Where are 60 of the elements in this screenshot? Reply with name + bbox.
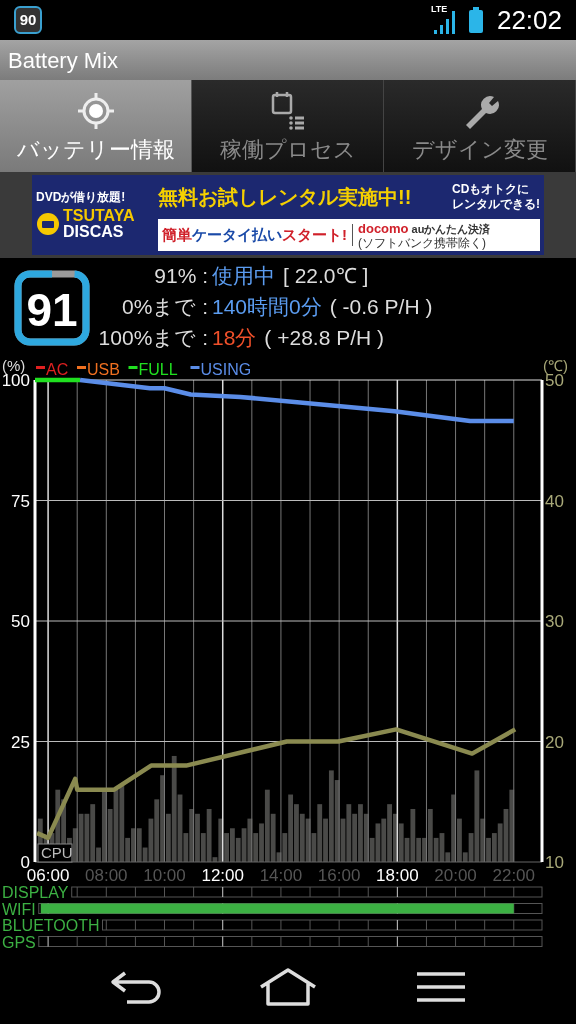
legend-item: FULL [128, 361, 178, 378]
ad-tagline: DVDが借り放題! [36, 190, 127, 205]
axis-label: 18:00 [376, 866, 419, 885]
ad-note: CDもオトクに [452, 182, 531, 197]
legend-item: USB [77, 361, 120, 378]
axis-label: 10 [545, 853, 564, 872]
axis-label: 16:00 [317, 866, 361, 885]
legend-label: USING [200, 361, 252, 378]
legend-item: USING [190, 361, 252, 378]
axis-label: 08:00 [85, 866, 128, 885]
logo-text: DISCAS [63, 224, 125, 240]
axis-label: 30 [545, 612, 564, 631]
activity-label: GPS [2, 933, 36, 950]
tab[interactable]: バッテリー情報 [0, 80, 192, 172]
info-label: 100%まで : [98, 325, 208, 351]
axis-label: 40 [545, 491, 564, 511]
activity-label: BLUETOOTH [2, 917, 100, 934]
activity-label: DISPLAY [2, 884, 69, 901]
logo-text: TSUTAYA [63, 208, 135, 224]
ad-note: レンタルできる! [452, 197, 540, 212]
tab[interactable]: 稼働プロセス [192, 80, 384, 172]
clock-time: 22:02 [496, 3, 562, 37]
legend-item: AC [36, 361, 69, 378]
axis-label: 75 [11, 491, 30, 511]
app-title: Battery Mix [8, 46, 119, 75]
target-icon [75, 91, 116, 131]
battery-level-icon: 91 [14, 270, 90, 346]
notification-badge: 90 [14, 6, 42, 34]
legend-label: USB [87, 361, 120, 378]
back-icon[interactable] [108, 969, 161, 1005]
carrier-name: auかんたん決済 [411, 223, 491, 235]
axis-label: 10:00 [143, 866, 186, 885]
info-value: 140時間0分 [212, 294, 322, 320]
ad-headline: 無料お試しレンタル実施中!! [158, 185, 412, 210]
axis-label: 20 [545, 732, 564, 752]
axis-label: 22:00 [492, 866, 536, 885]
menu-icon[interactable] [415, 971, 468, 1003]
carrier-name: docomo [358, 221, 409, 235]
legend-label: AC [46, 361, 69, 378]
activity-label: WIFI [2, 900, 36, 918]
axis-label: 14:00 [259, 866, 303, 885]
info-value: 18分 [212, 325, 257, 351]
axis-unit: (℃) [543, 357, 568, 374]
info-label: 0%まで : [120, 294, 208, 320]
axis-label: 50 [11, 612, 30, 631]
legend-label: FULL [138, 361, 178, 378]
carrier-note: (ソフトバンク携帯除く) [358, 236, 487, 249]
axis-label: 12:00 [201, 866, 244, 885]
axis-label: 25 [11, 732, 30, 752]
cpu-label: CPU [37, 843, 73, 863]
axis-label: 20:00 [434, 866, 477, 885]
info-detail: [ 22.0℃ ] [283, 263, 369, 289]
home-icon[interactable] [258, 967, 318, 1007]
tab[interactable]: デザイン変更 [384, 80, 576, 172]
info-detail: ( +28.8 P/H ) [264, 325, 384, 351]
info-detail: ( -0.6 P/H ) [329, 294, 433, 320]
offer-text: 簡単ケータイ払いスタート! [162, 224, 347, 245]
info-label: 91% : [153, 263, 208, 289]
info-value: 使用中 [212, 263, 275, 289]
battery-icon [468, 7, 483, 33]
